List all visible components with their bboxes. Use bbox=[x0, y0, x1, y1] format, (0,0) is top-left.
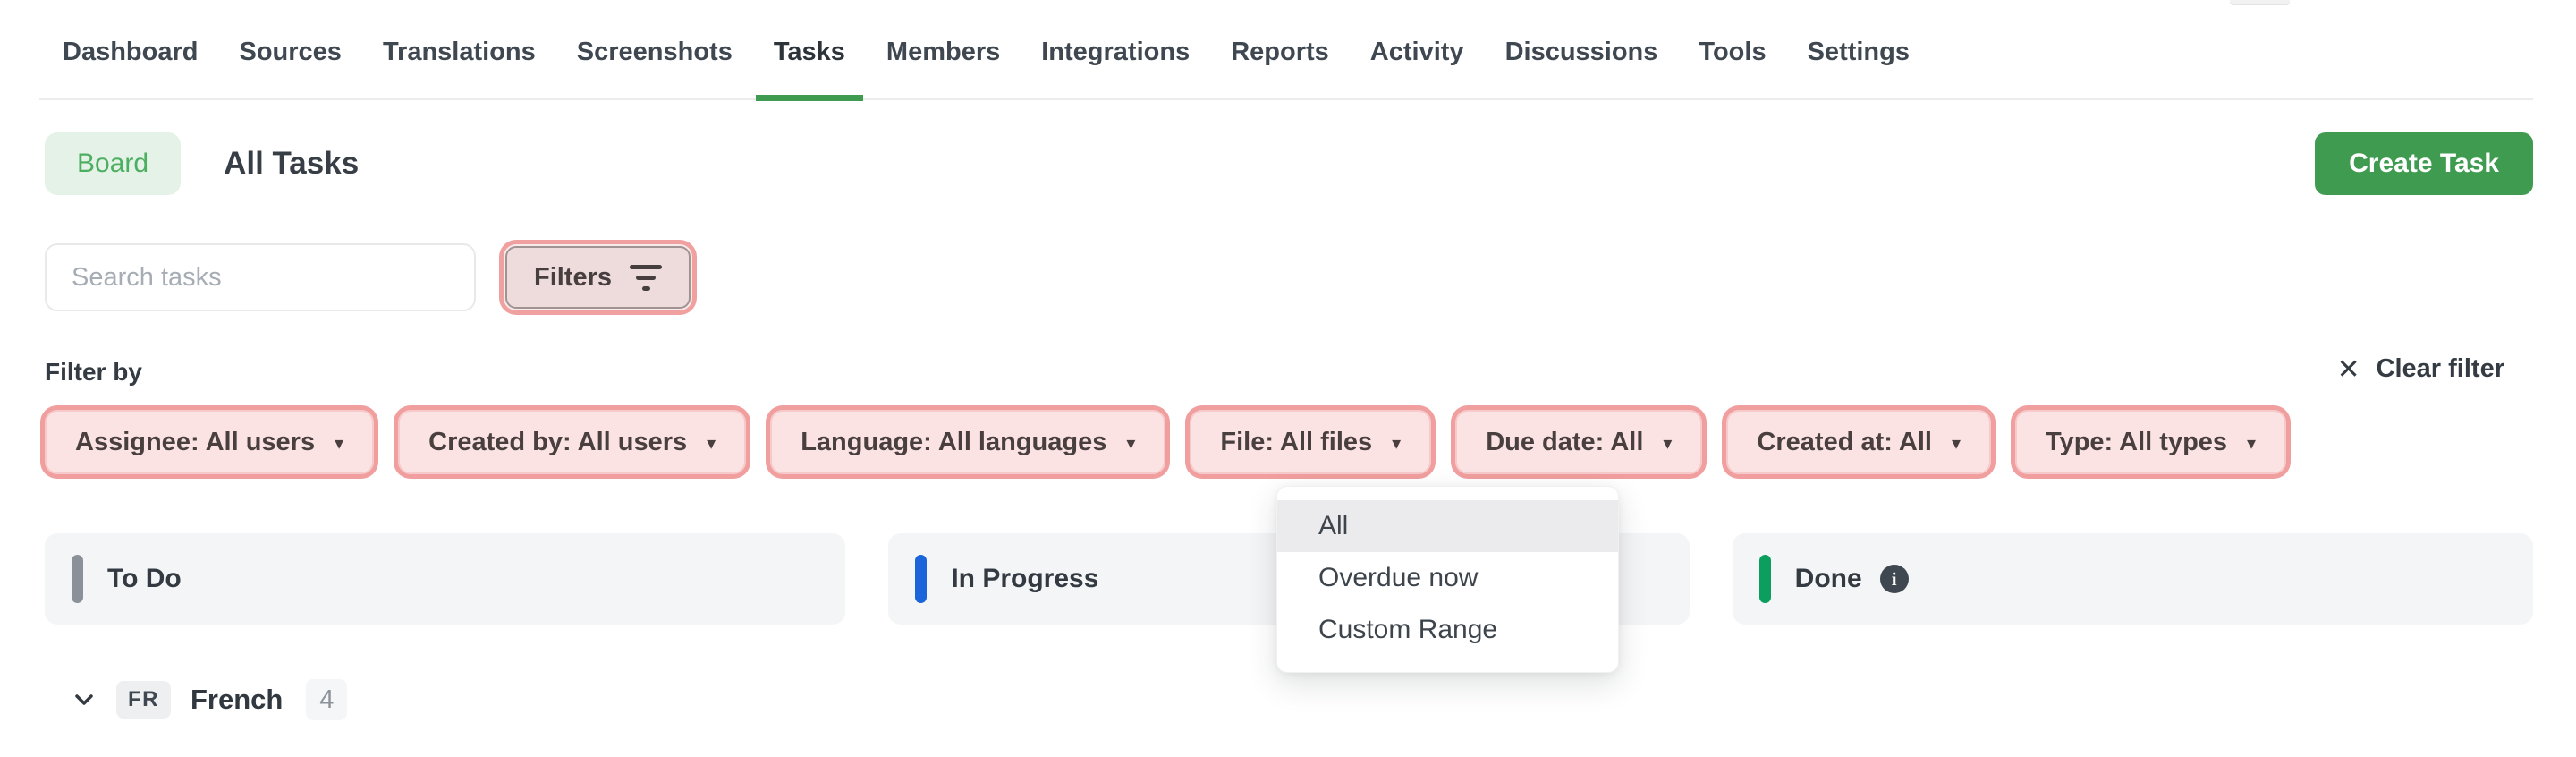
filter-chip-language[interactable]: Language: All languages ▾ bbox=[770, 410, 1166, 474]
nav-item-tools[interactable]: Tools bbox=[1681, 4, 1784, 99]
board-view-toggle[interactable]: Board bbox=[45, 132, 182, 195]
filter-chip-file[interactable]: File: All files ▾ bbox=[1190, 410, 1432, 474]
nav-item-integrations[interactable]: Integrations bbox=[1023, 4, 1208, 99]
info-icon[interactable]: i bbox=[1879, 565, 1909, 593]
search-row: Filters bbox=[45, 243, 691, 311]
nav-item-translations[interactable]: Translations bbox=[365, 4, 554, 99]
chip-label: Type: All types bbox=[2046, 427, 2228, 456]
chevron-down-icon: ▾ bbox=[707, 433, 716, 454]
column-header-done: Done i bbox=[1732, 533, 2533, 625]
clear-filter-button[interactable]: ✕ Clear filter bbox=[2337, 354, 2504, 384]
toolbar: Board All Tasks Create Task bbox=[45, 132, 2533, 195]
chevron-down-icon[interactable] bbox=[72, 687, 97, 712]
chip-label: Assignee: All users bbox=[75, 427, 316, 456]
chevron-down-icon: ▾ bbox=[335, 433, 344, 454]
search-input[interactable] bbox=[45, 243, 476, 311]
chevron-down-icon: ▾ bbox=[1392, 433, 1402, 454]
due-date-dropdown-menu: All Overdue now Custom Range bbox=[1276, 486, 1619, 673]
filter-by-label: Filter by bbox=[45, 358, 142, 386]
menu-item-all[interactable]: All bbox=[1277, 500, 1618, 552]
chip-label: Language: All languages bbox=[801, 427, 1107, 456]
filter-chip-due-date[interactable]: Due date: All ▾ bbox=[1455, 410, 1703, 474]
menu-item-overdue-now[interactable]: Overdue now bbox=[1277, 552, 1618, 604]
status-color-bar bbox=[1758, 555, 1771, 603]
page-title: All Tasks bbox=[224, 146, 360, 181]
chevron-down-icon: ▾ bbox=[1951, 433, 1961, 454]
nav-item-dashboard[interactable]: Dashboard bbox=[45, 4, 216, 99]
status-color-bar bbox=[72, 555, 83, 603]
column-header-todo: To Do bbox=[45, 533, 846, 625]
clear-filter-label: Clear filter bbox=[2376, 354, 2504, 383]
filter-chip-created-by[interactable]: Created by: All users ▾ bbox=[398, 410, 747, 474]
chevron-down-icon: ▾ bbox=[1663, 433, 1673, 454]
filter-chip-created-at[interactable]: Created at: All ▾ bbox=[1726, 410, 1991, 474]
close-icon: ✕ bbox=[2336, 353, 2360, 385]
nav-item-sources[interactable]: Sources bbox=[221, 4, 359, 99]
language-group-row[interactable]: FR French 4 bbox=[72, 678, 348, 721]
language-code-badge: FR bbox=[116, 681, 171, 719]
chip-label: Created at: All bbox=[1757, 427, 1932, 456]
nav-item-tasks[interactable]: Tasks bbox=[755, 4, 863, 101]
nav-item-screenshots[interactable]: Screenshots bbox=[559, 4, 750, 99]
column-title: To Do bbox=[107, 564, 182, 593]
status-color-bar bbox=[915, 555, 928, 603]
filters-button-label: Filters bbox=[534, 262, 613, 292]
menu-item-custom-range[interactable]: Custom Range bbox=[1277, 604, 1618, 656]
column-title: Done bbox=[1794, 564, 1862, 593]
chip-label: Due date: All bbox=[1486, 427, 1644, 456]
nav-item-discussions[interactable]: Discussions bbox=[1487, 4, 1676, 99]
top-nav: Dashboard Sources Translations Screensho… bbox=[39, 0, 2533, 101]
nav-item-settings[interactable]: Settings bbox=[1790, 4, 1928, 99]
language-name: French bbox=[191, 684, 284, 715]
filters-button[interactable]: Filters bbox=[505, 246, 691, 309]
filter-lines-icon bbox=[630, 264, 663, 291]
column-title: In Progress bbox=[951, 564, 1099, 593]
task-count-badge: 4 bbox=[306, 679, 348, 720]
chevron-down-icon: ▾ bbox=[2247, 433, 2257, 454]
filter-chip-type[interactable]: Type: All types ▾ bbox=[2015, 410, 2287, 474]
tasks-page: Dashboard Sources Translations Screensho… bbox=[0, 0, 2576, 757]
filter-chips-row: Assignee: All users ▾ Created by: All us… bbox=[45, 410, 2287, 474]
nav-item-reports[interactable]: Reports bbox=[1213, 4, 1347, 99]
chip-label: Created by: All users bbox=[428, 427, 688, 456]
chevron-down-icon: ▾ bbox=[1126, 433, 1136, 454]
chip-label: File: All files bbox=[1220, 427, 1373, 456]
create-task-button[interactable]: Create Task bbox=[2315, 132, 2533, 195]
filter-chip-assignee[interactable]: Assignee: All users ▾ bbox=[45, 410, 375, 474]
nav-item-activity[interactable]: Activity bbox=[1352, 4, 1482, 99]
nav-item-members[interactable]: Members bbox=[869, 4, 1018, 99]
